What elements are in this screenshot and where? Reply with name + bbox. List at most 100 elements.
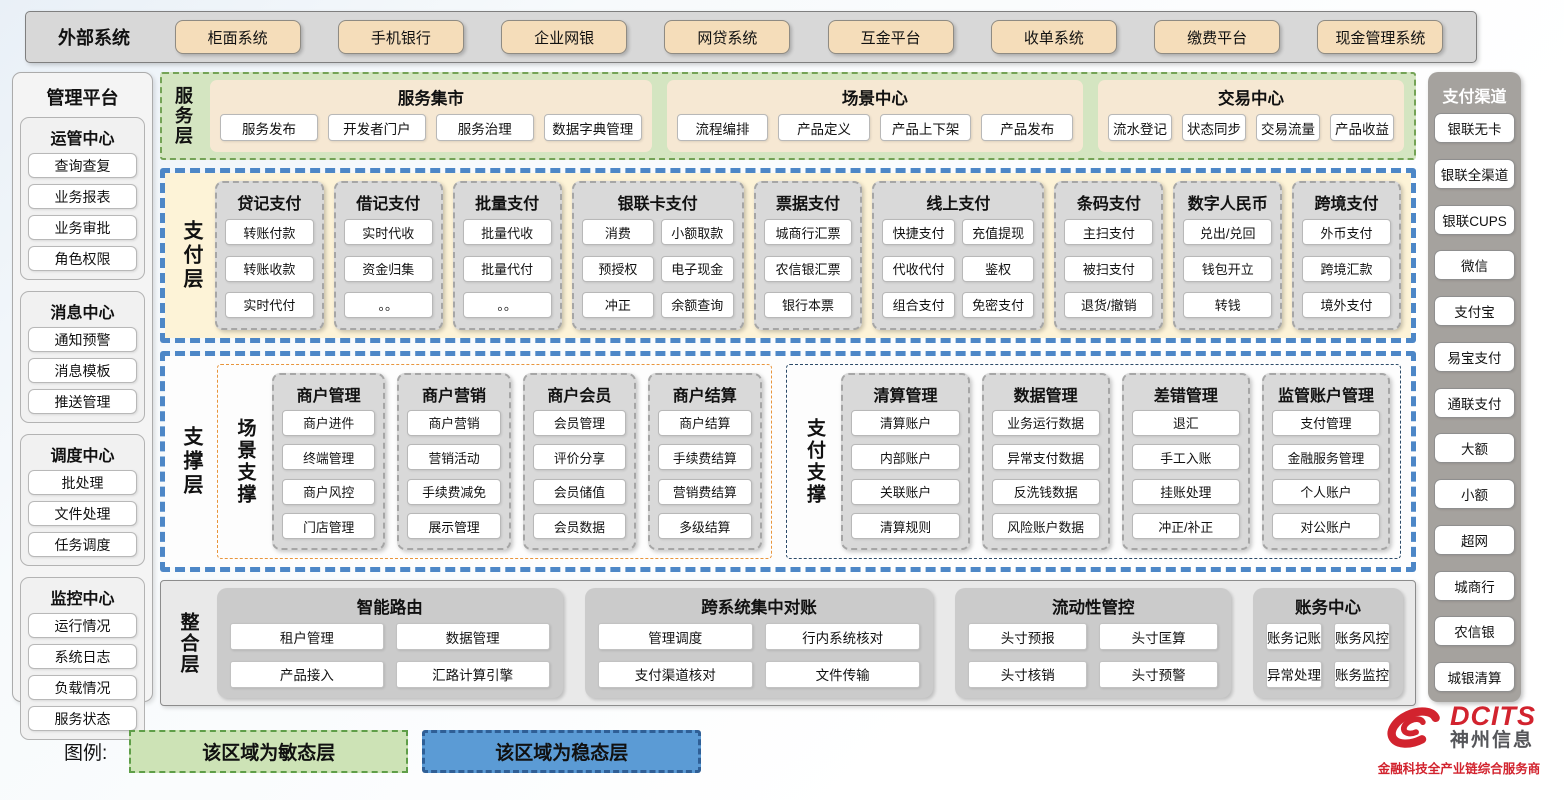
service-item-button[interactable]: 交易流量 xyxy=(1256,114,1320,141)
integration-item-button[interactable]: 产品接入 xyxy=(230,661,384,688)
support-item-button[interactable]: 会员管理 xyxy=(533,410,626,436)
service-item-button[interactable]: 状态同步 xyxy=(1182,114,1246,141)
payment-item-button[interactable]: 被扫支付 xyxy=(1064,256,1153,282)
payment-item-button[interactable]: 代收代付 xyxy=(882,256,954,282)
payment-item-button[interactable]: 。。 xyxy=(344,292,433,318)
payment-item-button[interactable]: 转账收款 xyxy=(225,256,314,282)
payment-item-button[interactable]: 转账付款 xyxy=(225,219,314,245)
support-item-button[interactable]: 会员数据 xyxy=(533,513,626,539)
support-item-button[interactable]: 风险账户数据 xyxy=(992,513,1100,539)
management-item-button[interactable]: 业务报表 xyxy=(28,184,137,209)
external-system-button[interactable]: 收单系统 xyxy=(991,20,1117,54)
payment-item-button[interactable]: 银行本票 xyxy=(764,292,853,318)
support-item-button[interactable]: 异常支付数据 xyxy=(992,444,1100,470)
support-item-button[interactable]: 会员储值 xyxy=(533,479,626,505)
payment-channel-button[interactable]: 通联支付 xyxy=(1434,388,1515,418)
support-item-button[interactable]: 退汇 xyxy=(1132,410,1240,436)
support-item-button[interactable]: 清算账户 xyxy=(851,410,959,436)
integration-item-button[interactable]: 行内系统核对 xyxy=(765,623,920,650)
service-item-button[interactable]: 流程编排 xyxy=(677,114,769,141)
integration-item-button[interactable]: 异常处理 xyxy=(1266,661,1322,688)
service-item-button[interactable]: 流水登记 xyxy=(1108,114,1172,141)
payment-item-button[interactable]: 实时代付 xyxy=(225,292,314,318)
payment-item-button[interactable]: 城商行汇票 xyxy=(764,219,853,245)
integration-item-button[interactable]: 头寸预警 xyxy=(1099,661,1218,688)
management-item-button[interactable]: 推送管理 xyxy=(28,389,137,414)
support-item-button[interactable]: 终端管理 xyxy=(282,444,375,470)
integration-item-button[interactable]: 管理调度 xyxy=(598,623,753,650)
payment-item-button[interactable]: 实时代收 xyxy=(344,219,433,245)
service-item-button[interactable]: 产品上下架 xyxy=(880,114,972,141)
payment-item-button[interactable]: 退货/撤销 xyxy=(1064,292,1153,318)
external-system-button[interactable]: 缴费平台 xyxy=(1154,20,1280,54)
support-item-button[interactable]: 冲正/补正 xyxy=(1132,513,1240,539)
management-item-button[interactable]: 查询查复 xyxy=(28,153,137,178)
support-item-button[interactable]: 个人账户 xyxy=(1272,479,1380,505)
support-item-button[interactable]: 业务运行数据 xyxy=(992,410,1100,436)
payment-channel-button[interactable]: 农信银 xyxy=(1434,616,1515,646)
management-item-button[interactable]: 负载情况 xyxy=(28,675,137,700)
integration-item-button[interactable]: 账务记账 xyxy=(1266,623,1322,650)
support-item-button[interactable]: 内部账户 xyxy=(851,444,959,470)
support-item-button[interactable]: 手续费减免 xyxy=(407,479,500,505)
support-item-button[interactable]: 商户结算 xyxy=(658,410,751,436)
payment-item-button[interactable]: 电子现金 xyxy=(661,256,734,282)
support-item-button[interactable]: 商户进件 xyxy=(282,410,375,436)
integration-item-button[interactable]: 头寸预报 xyxy=(968,623,1087,650)
service-item-button[interactable]: 开发者门户 xyxy=(328,114,426,141)
payment-item-button[interactable]: 兑出/兑回 xyxy=(1183,219,1272,245)
payment-item-button[interactable]: 鉴权 xyxy=(962,256,1035,282)
external-system-button[interactable]: 企业网银 xyxy=(501,20,627,54)
payment-item-button[interactable]: 余额查询 xyxy=(661,292,734,318)
payment-item-button[interactable]: 小额取款 xyxy=(661,219,734,245)
management-item-button[interactable]: 任务调度 xyxy=(28,532,137,557)
payment-channel-button[interactable]: 超网 xyxy=(1434,525,1515,555)
integration-item-button[interactable]: 数据管理 xyxy=(396,623,550,650)
support-item-button[interactable]: 反洗钱数据 xyxy=(992,479,1100,505)
payment-channel-button[interactable]: 支付宝 xyxy=(1434,296,1515,326)
payment-item-button[interactable]: 跨境汇款 xyxy=(1302,256,1391,282)
payment-channel-button[interactable]: 小额 xyxy=(1434,479,1515,509)
external-system-button[interactable]: 网贷系统 xyxy=(664,20,790,54)
support-item-button[interactable]: 商户风控 xyxy=(282,479,375,505)
integration-item-button[interactable]: 头寸核销 xyxy=(968,661,1087,688)
external-system-button[interactable]: 现金管理系统 xyxy=(1317,20,1443,54)
service-item-button[interactable]: 产品发布 xyxy=(981,114,1073,141)
payment-item-button[interactable]: 转钱 xyxy=(1183,292,1272,318)
external-system-button[interactable]: 互金平台 xyxy=(828,20,954,54)
service-item-button[interactable]: 产品定义 xyxy=(778,114,870,141)
external-system-button[interactable]: 柜面系统 xyxy=(175,20,301,54)
support-item-button[interactable]: 支付管理 xyxy=(1272,410,1380,436)
support-item-button[interactable]: 营销活动 xyxy=(407,444,500,470)
payment-item-button[interactable]: 快捷支付 xyxy=(882,219,954,245)
payment-item-button[interactable]: 境外支付 xyxy=(1302,292,1391,318)
payment-channel-button[interactable]: 银联CUPS xyxy=(1434,205,1515,235)
payment-item-button[interactable]: 预授权 xyxy=(582,256,654,282)
payment-channel-button[interactable]: 大额 xyxy=(1434,433,1515,463)
payment-channel-button[interactable]: 易宝支付 xyxy=(1434,342,1515,372)
payment-channel-button[interactable]: 微信 xyxy=(1434,250,1515,280)
support-item-button[interactable]: 门店管理 xyxy=(282,513,375,539)
management-item-button[interactable]: 消息模板 xyxy=(28,358,137,383)
payment-item-button[interactable]: 外币支付 xyxy=(1302,219,1391,245)
support-item-button[interactable]: 多级结算 xyxy=(658,513,751,539)
payment-item-button[interactable]: 主扫支付 xyxy=(1064,219,1153,245)
management-item-button[interactable]: 运行情况 xyxy=(28,613,137,638)
integration-item-button[interactable]: 租户管理 xyxy=(230,623,384,650)
payment-item-button[interactable]: 消费 xyxy=(582,219,654,245)
service-item-button[interactable]: 产品收益 xyxy=(1330,114,1394,141)
integration-item-button[interactable]: 汇路计算引擎 xyxy=(396,661,550,688)
service-item-button[interactable]: 服务发布 xyxy=(220,114,318,141)
support-item-button[interactable]: 展示管理 xyxy=(407,513,500,539)
integration-item-button[interactable]: 头寸匡算 xyxy=(1099,623,1218,650)
payment-item-button[interactable]: 免密支付 xyxy=(962,292,1035,318)
management-item-button[interactable]: 业务审批 xyxy=(28,215,137,240)
management-item-button[interactable]: 批处理 xyxy=(28,470,137,495)
payment-item-button[interactable]: 农信银汇票 xyxy=(764,256,853,282)
payment-item-button[interactable]: 。。 xyxy=(463,292,552,318)
external-system-button[interactable]: 手机银行 xyxy=(338,20,464,54)
payment-channel-button[interactable]: 城银清算 xyxy=(1434,662,1515,692)
support-item-button[interactable]: 营销费结算 xyxy=(658,479,751,505)
payment-item-button[interactable]: 资金归集 xyxy=(344,256,433,282)
payment-item-button[interactable]: 钱包开立 xyxy=(1183,256,1272,282)
